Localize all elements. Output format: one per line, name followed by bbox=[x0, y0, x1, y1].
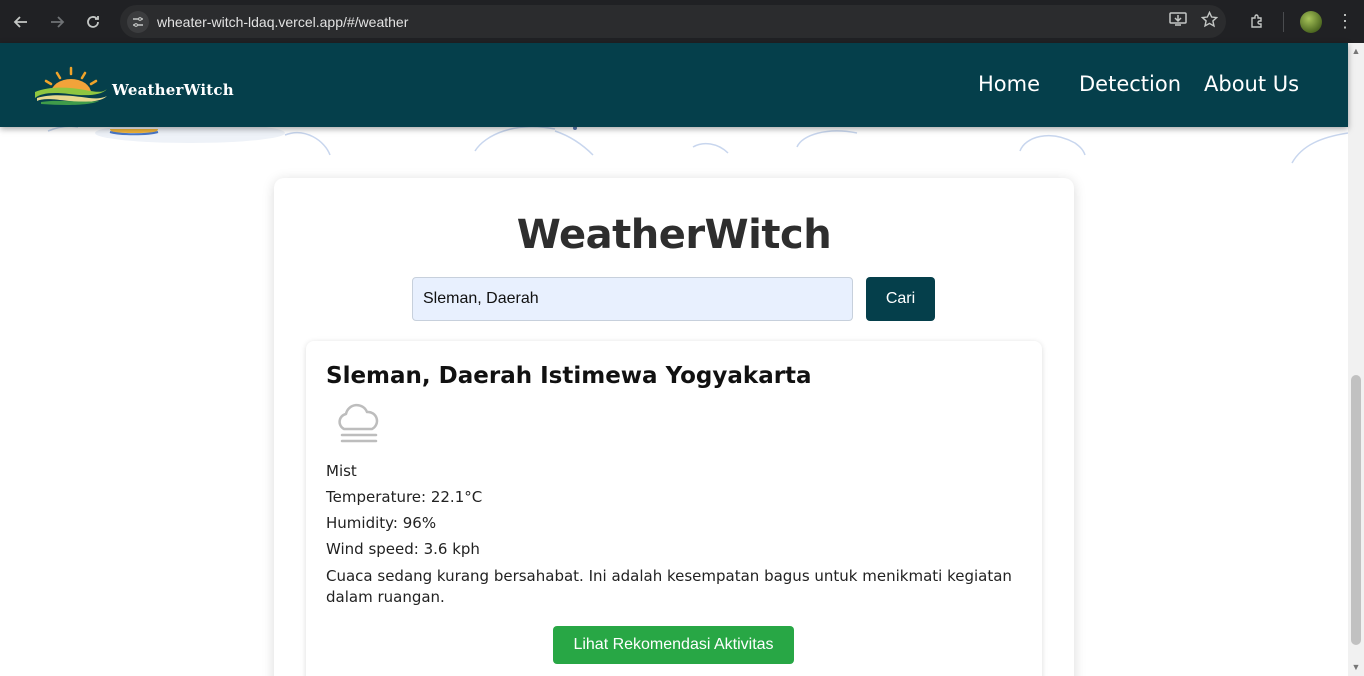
address-bar[interactable]: wheater-witch-ldaq.vercel.app/#/weather bbox=[120, 5, 1226, 38]
site-header: WeatherWitch Home Detection About Us bbox=[0, 43, 1348, 127]
weather-condition: Mist bbox=[326, 462, 357, 480]
page-title: WeatherWitch bbox=[516, 212, 832, 258]
page-scrollbar[interactable]: ▲ ▼ bbox=[1348, 43, 1364, 676]
kebab-menu-icon[interactable]: ⋮ bbox=[1334, 11, 1356, 32]
scrollbar-thumb[interactable] bbox=[1351, 375, 1361, 645]
url-text[interactable]: wheater-witch-ldaq.vercel.app/#/weather bbox=[157, 14, 408, 30]
scroll-up-arrow-icon[interactable]: ▲ bbox=[1348, 46, 1364, 58]
location-name: Sleman, Daerah Istimewa Yogyakarta bbox=[326, 363, 812, 389]
scroll-down-arrow-icon[interactable]: ▼ bbox=[1348, 662, 1364, 674]
background-decoration bbox=[47, 127, 1348, 164]
weather-description: Cuaca sedang kurang bersahabat. Ini adal… bbox=[326, 567, 1012, 606]
humidity-value: Humidity: 96% bbox=[326, 514, 437, 532]
browser-toolbar: wheater-witch-ldaq.vercel.app/#/weather … bbox=[0, 0, 1364, 43]
location-search-input[interactable] bbox=[412, 277, 853, 321]
temperature-value: Temperature: 22.1°C bbox=[326, 488, 483, 506]
mist-cloud-icon bbox=[338, 403, 379, 443]
nav-about-link[interactable]: About Us bbox=[1204, 72, 1299, 96]
wind-speed-value: Wind speed: 3.6 kph bbox=[326, 540, 480, 558]
install-app-icon[interactable] bbox=[1169, 11, 1187, 32]
nav-home-link[interactable]: Home bbox=[978, 72, 1040, 96]
brand-name[interactable]: WeatherWitch bbox=[112, 81, 234, 99]
profile-avatar[interactable] bbox=[1300, 10, 1322, 33]
nav-detection-link[interactable]: Detection bbox=[1079, 72, 1181, 96]
weather-card: WeatherWitch Cari Sleman, Daerah Istimew… bbox=[274, 178, 1074, 676]
toolbar-divider bbox=[1283, 11, 1284, 32]
weather-result-card: Sleman, Daerah Istimewa Yogyakarta Mist … bbox=[306, 341, 1042, 676]
activity-recommendation-button[interactable]: Lihat Rekomendasi Aktivitas bbox=[553, 626, 794, 664]
bookmark-star-icon[interactable] bbox=[1200, 10, 1219, 33]
weatherwitch-logo-icon[interactable] bbox=[33, 65, 109, 107]
back-arrow-icon[interactable] bbox=[3, 4, 39, 40]
reload-icon[interactable] bbox=[75, 4, 111, 40]
site-info-icon[interactable] bbox=[127, 10, 149, 33]
search-button[interactable]: Cari bbox=[866, 277, 935, 321]
extensions-icon[interactable] bbox=[1239, 4, 1275, 40]
forward-arrow-icon[interactable] bbox=[39, 4, 75, 40]
